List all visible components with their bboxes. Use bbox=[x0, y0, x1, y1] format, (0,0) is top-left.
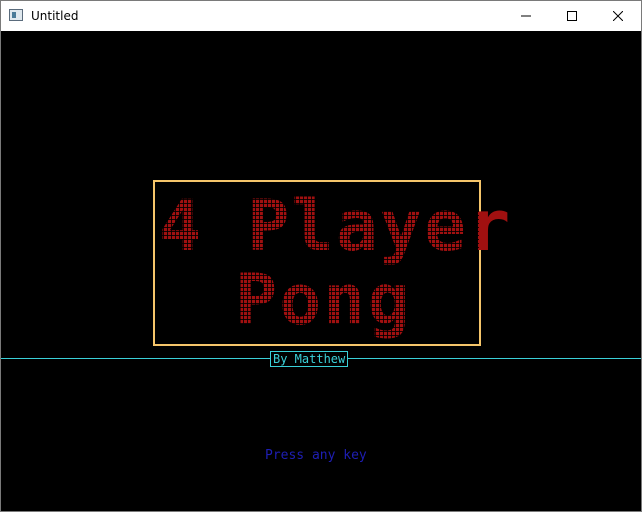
game-title-line-2: Pong bbox=[235, 259, 412, 341]
game-title-line-1: 4 Player bbox=[159, 185, 513, 267]
app-window: Untitled 4 Player Pong By Matthew Press … bbox=[0, 0, 642, 512]
game-canvas[interactable]: 4 Player Pong By Matthew Press any key bbox=[1, 31, 641, 511]
close-icon bbox=[613, 11, 623, 21]
author-byline: By Matthew bbox=[270, 351, 349, 367]
maximize-icon bbox=[567, 11, 577, 21]
minimize-button[interactable] bbox=[503, 1, 549, 31]
press-any-key-prompt: Press any key bbox=[265, 448, 367, 463]
window-title: Untitled bbox=[31, 9, 79, 23]
title-bar[interactable]: Untitled bbox=[1, 1, 641, 31]
app-window-icon bbox=[9, 9, 23, 21]
close-button[interactable] bbox=[595, 1, 641, 31]
maximize-button[interactable] bbox=[549, 1, 595, 31]
minimize-icon bbox=[521, 15, 531, 17]
